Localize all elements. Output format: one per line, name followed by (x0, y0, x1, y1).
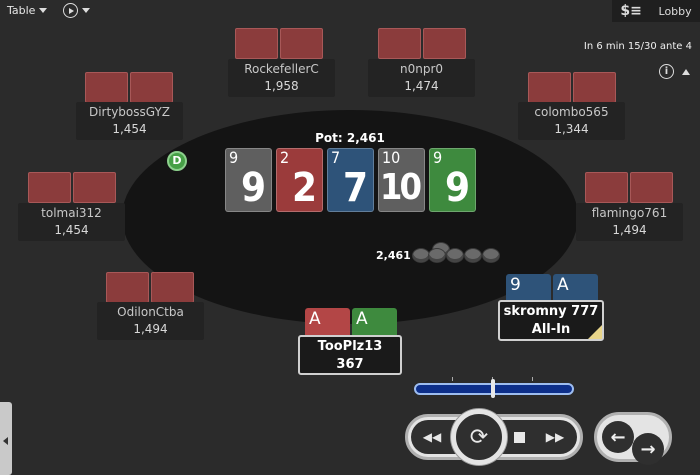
hole-cards-back (585, 172, 673, 203)
player-stack: 1,344 (554, 122, 589, 136)
chevron-down-icon (39, 8, 48, 13)
table-menu-label: Table (7, 4, 36, 17)
hole-cards-back (85, 72, 173, 103)
hero-card-2: A (352, 308, 397, 338)
play-icon (63, 3, 78, 18)
player-seat-colombo565[interactable]: colombo565 1,344 (518, 102, 625, 140)
lobby-area: $≡ Lobby (612, 0, 700, 22)
board-card-5: 9 9 (429, 148, 476, 212)
chip-stack (412, 242, 502, 267)
player-name: DirtybossGYZ (88, 105, 171, 119)
player-stack: 1,474 (404, 79, 439, 93)
player-name: flamingo761 (591, 206, 668, 220)
player-seat-hero[interactable]: TooPlz13 367 (298, 335, 402, 375)
player-name: TooPlz13 (317, 339, 383, 354)
next-hand-button[interactable]: → (632, 433, 664, 465)
stop-icon (513, 431, 525, 443)
player-name: colombo565 (534, 105, 609, 119)
tournament-info: In 6 min 15/30 ante 4 (583, 41, 692, 52)
player-stack: 1,494 (133, 322, 168, 336)
bet-amount: 2,461 (376, 249, 411, 262)
player-seat-rockefellerc[interactable]: RockefellerC 1,958 (228, 59, 335, 97)
replay-slider-handle[interactable] (491, 379, 495, 398)
hole-cards-back (235, 28, 323, 59)
fast-forward-button[interactable]: ▶▶ (541, 428, 569, 446)
player-stack: 367 (336, 357, 364, 372)
hole-cards-back (28, 172, 116, 203)
replay-button[interactable]: ⟳ (451, 409, 507, 465)
info-icon[interactable]: i (659, 64, 674, 79)
player-seat-tolmai312[interactable]: tolmai312 1,454 (18, 203, 125, 241)
rewind-icon: ◀◀ (422, 430, 442, 444)
player-name: OdilonCtba (117, 305, 184, 319)
chip-icon (482, 248, 500, 263)
table-menu-button[interactable]: Table (7, 4, 48, 17)
corner-flag-icon (588, 325, 602, 339)
board-card-1: 9 9 (225, 148, 272, 212)
chevron-up-icon[interactable] (682, 68, 690, 75)
board-card-2: 2 2 (276, 148, 323, 212)
rewind-button[interactable]: ◀◀ (418, 428, 446, 446)
allin-status: All-In (531, 322, 571, 337)
chevron-down-icon (82, 8, 90, 13)
dollar-list-icon[interactable]: $≡ (620, 3, 641, 19)
player-stack: 1,494 (612, 223, 647, 237)
player-name: skromny 777 (503, 304, 599, 319)
fast-forward-icon: ▶▶ (545, 430, 565, 444)
pot-label: Pot: 2,461 (315, 131, 385, 145)
arrow-left-icon: ← (610, 426, 626, 448)
player-seat-dirtybossgyz[interactable]: DirtybossGYZ 1,454 (76, 102, 183, 140)
play-menu-button[interactable] (63, 3, 90, 18)
hole-cards-back (528, 72, 616, 103)
player-seat-odilonctba[interactable]: OdilonCtba 1,494 (97, 302, 204, 340)
player-stack: 1,454 (112, 122, 147, 136)
chevron-left-icon (3, 437, 8, 445)
player-name: RockefellerC (244, 62, 319, 76)
player-stack: 1,958 (264, 79, 299, 93)
replay-icon: ⟳ (469, 424, 489, 450)
lobby-button[interactable]: Lobby (659, 5, 692, 18)
player-seat-allin[interactable]: skromny 777 All-In (498, 300, 604, 341)
player-name: tolmai312 (41, 206, 102, 220)
hole-cards-back (106, 272, 194, 303)
board-card-4: 10 10 (378, 148, 425, 212)
dealer-button: D (167, 151, 187, 171)
player-stack: 1,454 (54, 223, 89, 237)
top-bar: Table $≡ Lobby (0, 0, 700, 22)
stop-button[interactable] (509, 428, 529, 446)
info-controls: i (659, 64, 690, 79)
chip-icon (464, 248, 482, 263)
player-seat-flamingo761[interactable]: flamingo761 1,494 (576, 203, 683, 241)
hole-cards-back (378, 28, 466, 59)
board-card-3: 7 7 (327, 148, 374, 212)
arrow-right-icon: → (640, 438, 656, 460)
player-name: n0npr0 (399, 62, 444, 76)
previous-hand-button[interactable]: ← (602, 421, 634, 453)
chip-icon (446, 248, 464, 263)
chip-icon (428, 248, 446, 263)
hero-card-1: A (305, 308, 350, 338)
player-seat-n0npr0[interactable]: n0npr0 1,474 (368, 59, 475, 97)
